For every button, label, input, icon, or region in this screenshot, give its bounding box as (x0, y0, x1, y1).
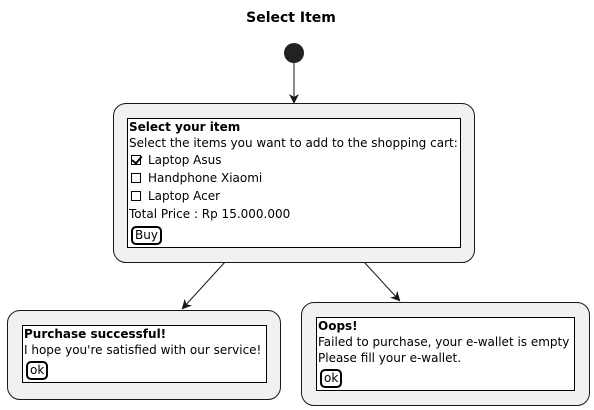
purchase-failed-form: Oops! Failed to purchase, your e-wallet … (316, 317, 575, 391)
purchase-failed-line2: Please fill your e-wallet. (318, 351, 462, 365)
purchase-success-node: Purchase successful! I hope you're satis… (7, 310, 281, 400)
select-item-form: Select your item Select the items you wa… (127, 118, 461, 248)
select-item-instruction: Select the items you want to add to the … (129, 136, 458, 150)
item-handphone-xiaomi[interactable]: Handphone Xiaomi (129, 169, 460, 187)
purchase-success-form: Purchase successful! I hope you're satis… (22, 325, 267, 383)
select-item-header: Select your item (129, 120, 241, 134)
item-label: Handphone Xiaomi (148, 171, 263, 185)
item-laptop-acer[interactable]: Laptop Acer (129, 187, 460, 205)
checkbox-unchecked-icon[interactable] (131, 191, 141, 201)
buy-button[interactable]: Buy (131, 226, 162, 245)
item-laptop-asus[interactable]: Laptop Asus (129, 151, 460, 169)
ok-button[interactable]: ok (26, 361, 49, 380)
ok-button[interactable]: ok (320, 369, 343, 388)
start-node (284, 43, 304, 63)
total-price: Total Price : Rp 15.000.000 (129, 207, 291, 221)
purchase-failed-header: Oops! (318, 319, 358, 333)
arrow-select-to-success (181, 261, 226, 310)
purchase-failed-line1: Failed to purchase, your e-wallet is emp… (318, 335, 570, 349)
select-item-node: Select your item Select the items you wa… (113, 103, 475, 263)
purchase-success-message: I hope you're satisfied with our service… (24, 343, 262, 357)
purchase-failed-node: Oops! Failed to purchase, your e-wallet … (301, 302, 590, 406)
arrow-select-to-fail (363, 261, 401, 302)
item-label: Laptop Acer (148, 189, 221, 203)
item-label: Laptop Asus (148, 153, 222, 167)
purchase-success-header: Purchase successful! (24, 327, 167, 341)
checkbox-checked-icon[interactable] (131, 155, 141, 165)
checkbox-unchecked-icon[interactable] (131, 173, 141, 183)
